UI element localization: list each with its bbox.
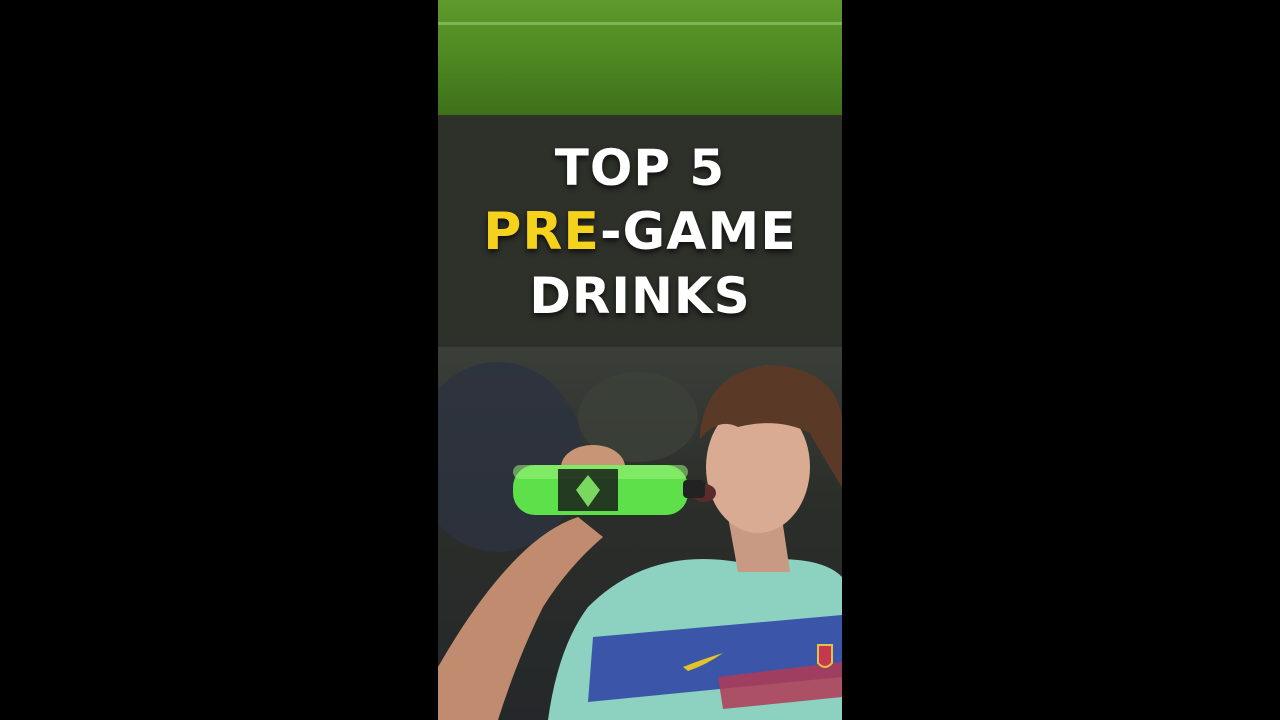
title-line-3: DRINKS — [529, 267, 751, 325]
player-illustration — [438, 362, 842, 720]
bg-silhouette-left — [438, 362, 583, 552]
title-block: TOP 5 PRE-GAME DRINKS — [438, 143, 842, 321]
pitch-background — [438, 0, 842, 118]
title-accent: PRE — [483, 202, 600, 262]
player-photo — [438, 347, 842, 720]
pitch-line — [438, 22, 842, 25]
video-frame: TOP 5 PRE-GAME DRINKS — [438, 0, 842, 720]
title-line-1: TOP 5 — [554, 139, 726, 197]
crest-icon — [817, 644, 833, 668]
bottle-icon — [513, 465, 705, 515]
title-line-2-rest: -GAME — [599, 202, 797, 262]
title-line-2: PRE-GAME — [438, 206, 842, 258]
